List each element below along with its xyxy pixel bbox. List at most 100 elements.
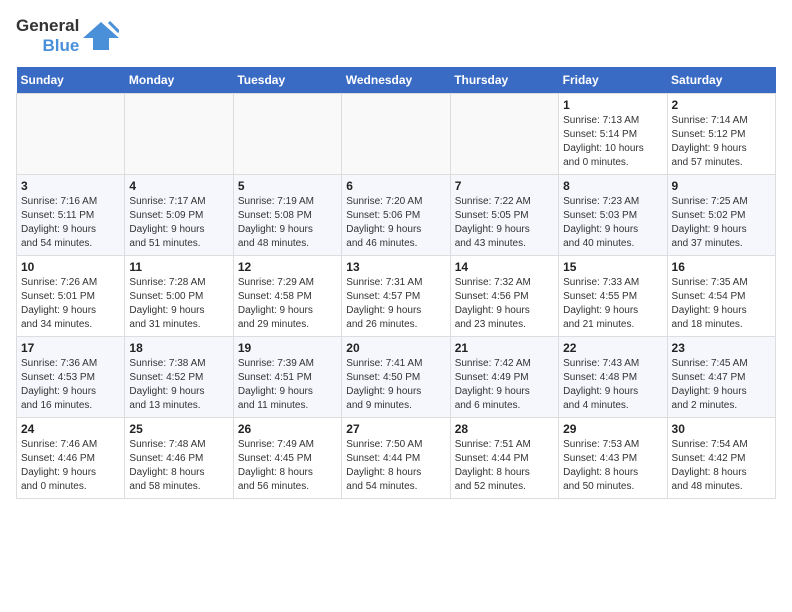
day-info: Sunrise: 7:13 AM Sunset: 5:14 PM Dayligh… (563, 114, 662, 170)
day-info: Sunrise: 7:36 AM Sunset: 4:53 PM Dayligh… (21, 357, 120, 413)
column-header-wednesday: Wednesday (342, 67, 450, 94)
day-number: 16 (672, 260, 771, 274)
day-number: 12 (238, 260, 337, 274)
calendar-cell: 3 Sunrise: 7:16 AM Sunset: 5:11 PM Daylig… (17, 175, 125, 256)
day-number: 11 (129, 260, 228, 274)
day-number: 29 (563, 422, 662, 436)
day-info: Sunrise: 7:35 AM Sunset: 4:54 PM Dayligh… (672, 276, 771, 332)
day-info: Sunrise: 7:46 AM Sunset: 4:46 PM Dayligh… (21, 438, 120, 494)
day-info: Sunrise: 7:48 AM Sunset: 4:46 PM Dayligh… (129, 438, 228, 494)
day-number: 24 (21, 422, 120, 436)
calendar-cell (342, 94, 450, 175)
calendar-cell: 21 Sunrise: 7:42 AM Sunset: 4:49 PM Dayli… (450, 337, 558, 418)
day-info: Sunrise: 7:54 AM Sunset: 4:42 PM Dayligh… (672, 438, 771, 494)
day-number: 8 (563, 179, 662, 193)
day-number: 2 (672, 98, 771, 112)
calendar-body: 1Sunrise: 7:13 AM Sunset: 5:14 PM Daylig… (17, 94, 776, 499)
day-number: 4 (129, 179, 228, 193)
day-info: Sunrise: 7:22 AM Sunset: 5:05 PM Dayligh… (455, 195, 554, 251)
day-info: Sunrise: 7:26 AM Sunset: 5:01 PM Dayligh… (21, 276, 120, 332)
day-number: 19 (238, 341, 337, 355)
calendar-cell: 25 Sunrise: 7:48 AM Sunset: 4:46 PM Dayli… (125, 418, 233, 499)
day-number: 3 (21, 179, 120, 193)
column-header-sunday: Sunday (17, 67, 125, 94)
column-header-thursday: Thursday (450, 67, 558, 94)
day-number: 14 (455, 260, 554, 274)
calendar-cell: 28 Sunrise: 7:51 AM Sunset: 4:44 PM Dayli… (450, 418, 558, 499)
calendar-cell: 19 Sunrise: 7:39 AM Sunset: 4:51 PM Dayli… (233, 337, 341, 418)
day-info: Sunrise: 7:23 AM Sunset: 5:03 PM Dayligh… (563, 195, 662, 251)
calendar-cell: 15 Sunrise: 7:33 AM Sunset: 4:55 PM Dayli… (559, 256, 667, 337)
calendar-cell: 20Sunrise: 7:41 AM Sunset: 4:50 PM Dayli… (342, 337, 450, 418)
day-info: Sunrise: 7:28 AM Sunset: 5:00 PM Dayligh… (129, 276, 228, 332)
day-number: 25 (129, 422, 228, 436)
calendar-cell: 16 Sunrise: 7:35 AM Sunset: 4:54 PM Dayli… (667, 256, 775, 337)
calendar-week-5: 24 Sunrise: 7:46 AM Sunset: 4:46 PM Dayli… (17, 418, 776, 499)
calendar-cell: 30 Sunrise: 7:54 AM Sunset: 4:42 PM Dayli… (667, 418, 775, 499)
day-number: 15 (563, 260, 662, 274)
day-info: Sunrise: 7:51 AM Sunset: 4:44 PM Dayligh… (455, 438, 554, 494)
day-info: Sunrise: 7:42 AM Sunset: 4:49 PM Dayligh… (455, 357, 554, 413)
calendar-cell: 17 Sunrise: 7:36 AM Sunset: 4:53 PM Dayli… (17, 337, 125, 418)
calendar-cell: 23 Sunrise: 7:45 AM Sunset: 4:47 PM Dayli… (667, 337, 775, 418)
calendar-week-4: 17 Sunrise: 7:36 AM Sunset: 4:53 PM Dayli… (17, 337, 776, 418)
column-header-friday: Friday (559, 67, 667, 94)
calendar-cell: 10 Sunrise: 7:26 AM Sunset: 5:01 PM Dayli… (17, 256, 125, 337)
day-number: 26 (238, 422, 337, 436)
day-number: 9 (672, 179, 771, 193)
day-number: 28 (455, 422, 554, 436)
calendar-week-1: 1Sunrise: 7:13 AM Sunset: 5:14 PM Daylig… (17, 94, 776, 175)
day-info: Sunrise: 7:14 AM Sunset: 5:12 PM Dayligh… (672, 114, 771, 170)
calendar-cell (450, 94, 558, 175)
calendar-cell: 2 Sunrise: 7:14 AM Sunset: 5:12 PM Daylig… (667, 94, 775, 175)
day-info: Sunrise: 7:50 AM Sunset: 4:44 PM Dayligh… (346, 438, 445, 494)
day-number: 6 (346, 179, 445, 193)
calendar-cell: 22Sunrise: 7:43 AM Sunset: 4:48 PM Dayli… (559, 337, 667, 418)
day-number: 27 (346, 422, 445, 436)
calendar-cell: 1Sunrise: 7:13 AM Sunset: 5:14 PM Daylig… (559, 94, 667, 175)
calendar-cell: 6Sunrise: 7:20 AM Sunset: 5:06 PM Daylig… (342, 175, 450, 256)
day-info: Sunrise: 7:16 AM Sunset: 5:11 PM Dayligh… (21, 195, 120, 251)
logo-general-text: General (16, 16, 79, 36)
day-info: Sunrise: 7:25 AM Sunset: 5:02 PM Dayligh… (672, 195, 771, 251)
calendar-cell: 18Sunrise: 7:38 AM Sunset: 4:52 PM Dayli… (125, 337, 233, 418)
day-number: 21 (455, 341, 554, 355)
calendar-cell: 24 Sunrise: 7:46 AM Sunset: 4:46 PM Dayli… (17, 418, 125, 499)
day-number: 7 (455, 179, 554, 193)
day-info: Sunrise: 7:49 AM Sunset: 4:45 PM Dayligh… (238, 438, 337, 494)
calendar-cell: 4Sunrise: 7:17 AM Sunset: 5:09 PM Daylig… (125, 175, 233, 256)
day-number: 17 (21, 341, 120, 355)
calendar-cell: 13 Sunrise: 7:31 AM Sunset: 4:57 PM Dayli… (342, 256, 450, 337)
day-info: Sunrise: 7:43 AM Sunset: 4:48 PM Dayligh… (563, 357, 662, 413)
logo-blue-text: Blue (42, 36, 79, 56)
calendar-cell (17, 94, 125, 175)
column-header-saturday: Saturday (667, 67, 775, 94)
calendar-cell: 7 Sunrise: 7:22 AM Sunset: 5:05 PM Daylig… (450, 175, 558, 256)
day-number: 13 (346, 260, 445, 274)
calendar-cell: 11 Sunrise: 7:28 AM Sunset: 5:00 PM Dayli… (125, 256, 233, 337)
calendar-table: SundayMondayTuesdayWednesdayThursdayFrid… (16, 67, 776, 499)
day-info: Sunrise: 7:19 AM Sunset: 5:08 PM Dayligh… (238, 195, 337, 251)
day-number: 10 (21, 260, 120, 274)
day-info: Sunrise: 7:53 AM Sunset: 4:43 PM Dayligh… (563, 438, 662, 494)
header: General Blue (16, 16, 776, 55)
day-number: 20 (346, 341, 445, 355)
day-info: Sunrise: 7:29 AM Sunset: 4:58 PM Dayligh… (238, 276, 337, 332)
day-number: 30 (672, 422, 771, 436)
calendar-cell: 8 Sunrise: 7:23 AM Sunset: 5:03 PM Daylig… (559, 175, 667, 256)
logo: General Blue (16, 16, 119, 55)
day-info: Sunrise: 7:32 AM Sunset: 4:56 PM Dayligh… (455, 276, 554, 332)
calendar-cell: 14 Sunrise: 7:32 AM Sunset: 4:56 PM Dayli… (450, 256, 558, 337)
calendar-cell (125, 94, 233, 175)
calendar-cell: 9 Sunrise: 7:25 AM Sunset: 5:02 PM Daylig… (667, 175, 775, 256)
day-number: 23 (672, 341, 771, 355)
day-info: Sunrise: 7:39 AM Sunset: 4:51 PM Dayligh… (238, 357, 337, 413)
day-number: 5 (238, 179, 337, 193)
calendar-cell: 5 Sunrise: 7:19 AM Sunset: 5:08 PM Daylig… (233, 175, 341, 256)
day-info: Sunrise: 7:31 AM Sunset: 4:57 PM Dayligh… (346, 276, 445, 332)
calendar-week-2: 3 Sunrise: 7:16 AM Sunset: 5:11 PM Daylig… (17, 175, 776, 256)
calendar-header: SundayMondayTuesdayWednesdayThursdayFrid… (17, 67, 776, 94)
day-info: Sunrise: 7:33 AM Sunset: 4:55 PM Dayligh… (563, 276, 662, 332)
day-number: 18 (129, 341, 228, 355)
day-info: Sunrise: 7:45 AM Sunset: 4:47 PM Dayligh… (672, 357, 771, 413)
